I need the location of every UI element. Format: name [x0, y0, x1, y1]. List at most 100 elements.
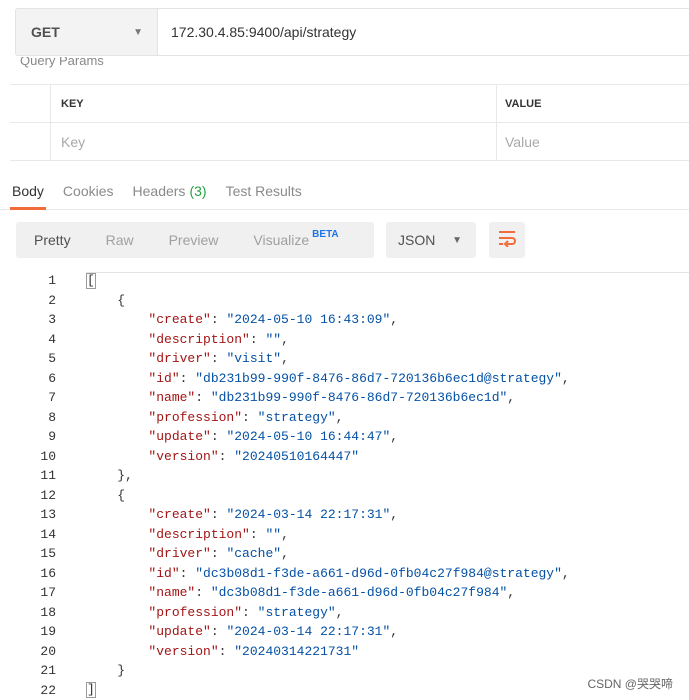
chevron-down-icon: ▼: [452, 234, 462, 246]
code-line: 9 "update": "2024-05-10 16:44:47",: [0, 427, 689, 447]
line-number: 14: [40, 526, 56, 542]
matched-bracket: [: [86, 272, 96, 289]
line-number: 7: [48, 390, 56, 406]
response-body-code[interactable]: 1 [2 {3 "create": "2024-05-10 16:43:09", 4…: [0, 271, 689, 700]
line-number: 22: [40, 682, 56, 698]
params-row: Key Value: [10, 123, 689, 161]
code-text: },: [117, 468, 133, 484]
code-text: "update": "2024-03-14 22:17:31",: [148, 624, 399, 640]
code-text: "id": "dc3b08d1-f3de-a661-d96d-0fb04c27f…: [148, 565, 570, 581]
params-table: KEY VALUE Key Value: [10, 84, 689, 161]
code-line: 5 "driver": "visit",: [0, 349, 689, 369]
code-line: 7 "name": "db231b99-990f-8476-86d7-72013…: [0, 388, 689, 408]
code-line: 8 "profession": "strategy",: [0, 408, 689, 428]
line-number: 12: [40, 487, 56, 503]
format-select[interactable]: JSON ▼: [386, 222, 476, 258]
code-text: "profession": "strategy",: [148, 409, 344, 425]
response-tabs: Body Cookies Headers (3) Test Results: [0, 172, 689, 210]
tab-body[interactable]: Body: [10, 172, 46, 210]
code-text: "driver": "visit",: [148, 351, 289, 367]
line-number: 9: [48, 429, 56, 445]
code-line: 6 "id": "db231b99-990f-8476-86d7-720136b…: [0, 369, 689, 389]
code-text: "name": "db231b99-990f-8476-86d7-720136b…: [148, 390, 516, 406]
param-key-input[interactable]: Key: [51, 123, 497, 160]
line-number: 20: [40, 643, 56, 659]
tab-cookies[interactable]: Cookies: [63, 172, 114, 210]
raw-button[interactable]: Raw: [88, 222, 151, 258]
line-number: 17: [40, 585, 56, 601]
code-text: "create": "2024-03-14 22:17:31",: [148, 507, 399, 523]
code-line: 12 {: [0, 486, 689, 506]
code-line: 14 "description": "",: [0, 525, 689, 545]
params-gutter: [10, 85, 51, 122]
code-text: "driver": "cache",: [148, 546, 289, 562]
code-text: ]: [86, 682, 96, 699]
code-text: [: [86, 272, 96, 289]
line-number: 18: [40, 604, 56, 620]
line-number: 8: [48, 409, 56, 425]
code-line: 15 "driver": "cache",: [0, 544, 689, 564]
line-number: 11: [40, 468, 56, 484]
code-text: "id": "db231b99-990f-8476-86d7-720136b6e…: [148, 370, 570, 386]
code-line: 11 },: [0, 466, 689, 486]
code-text: "version": "20240314221731": [148, 643, 360, 659]
tab-headers[interactable]: Headers (3): [133, 172, 207, 210]
beta-badge: BETA: [312, 228, 339, 240]
code-line: 16 "id": "dc3b08d1-f3de-a661-d96d-0fb04c…: [0, 564, 689, 584]
method-select[interactable]: GET ▼: [15, 8, 158, 56]
params-header-row: KEY VALUE: [10, 85, 689, 123]
code-line: 10 "version": "20240510164447": [0, 447, 689, 467]
line-number: 4: [48, 331, 56, 347]
code-text: "create": "2024-05-10 16:43:09",: [148, 312, 399, 328]
request-bar: GET ▼ 172.30.4.85:9400/api/strategy: [15, 8, 689, 56]
code-text: {: [117, 487, 126, 503]
line-number: 6: [48, 370, 56, 386]
code-line: 22]: [0, 681, 689, 700]
line-number: 3: [48, 312, 56, 328]
code-line: 21 }: [0, 661, 689, 681]
headers-count-badge: (3): [189, 183, 207, 199]
format-label: JSON: [398, 232, 436, 248]
code-text: "profession": "strategy",: [148, 604, 344, 620]
code-line: 4 "description": "",: [0, 330, 689, 350]
code-text: "name": "dc3b08d1-f3de-a661-d96d-0fb04c2…: [148, 585, 516, 601]
wrap-lines-button[interactable]: [489, 222, 525, 258]
code-text: "update": "2024-05-10 16:44:47",: [148, 429, 399, 445]
params-col-key: KEY: [51, 85, 497, 122]
line-number: 21: [40, 663, 56, 679]
code-line: 13 "create": "2024-03-14 22:17:31",: [0, 505, 689, 525]
wrap-lines-icon: [497, 229, 517, 252]
code-line: 18 "profession": "strategy",: [0, 603, 689, 623]
tab-body-label: Body: [12, 183, 44, 199]
params-gutter: [10, 123, 51, 160]
code-line: 2 {: [0, 291, 689, 311]
visualize-button[interactable]: Visualize BETA: [235, 222, 355, 258]
tab-headers-label: Headers: [132, 183, 186, 199]
tab-test-results-label: Test Results: [225, 183, 302, 199]
param-value-input[interactable]: Value: [497, 123, 689, 160]
view-mode-group: Pretty Raw Preview Visualize BETA: [16, 222, 374, 258]
line-number: 16: [40, 565, 56, 581]
line-number: 13: [40, 507, 56, 523]
pretty-button[interactable]: Pretty: [16, 222, 88, 258]
query-params-label: Query Params: [20, 57, 104, 68]
code-top-rule: [86, 272, 689, 273]
tab-test-results[interactable]: Test Results: [226, 172, 302, 210]
code-text: "version": "20240510164447": [148, 448, 360, 464]
line-number: 19: [40, 624, 56, 640]
line-number: 5: [48, 351, 56, 367]
params-col-value: VALUE: [505, 97, 542, 110]
code-text: "description": "",: [148, 331, 289, 347]
visualize-label: Visualize: [253, 232, 310, 248]
chevron-down-icon: ▼: [133, 26, 143, 38]
line-number: 1: [48, 273, 56, 289]
code-line: 20 "version": "20240314221731": [0, 642, 689, 662]
code-text: {: [117, 292, 126, 308]
code-text: }: [117, 663, 126, 679]
method-label: GET: [31, 24, 60, 40]
url-input[interactable]: 172.30.4.85:9400/api/strategy: [158, 8, 689, 56]
line-number: 10: [40, 448, 56, 464]
code-line: 19 "update": "2024-03-14 22:17:31",: [0, 622, 689, 642]
preview-button[interactable]: Preview: [151, 222, 236, 258]
tab-cookies-label: Cookies: [62, 183, 114, 199]
